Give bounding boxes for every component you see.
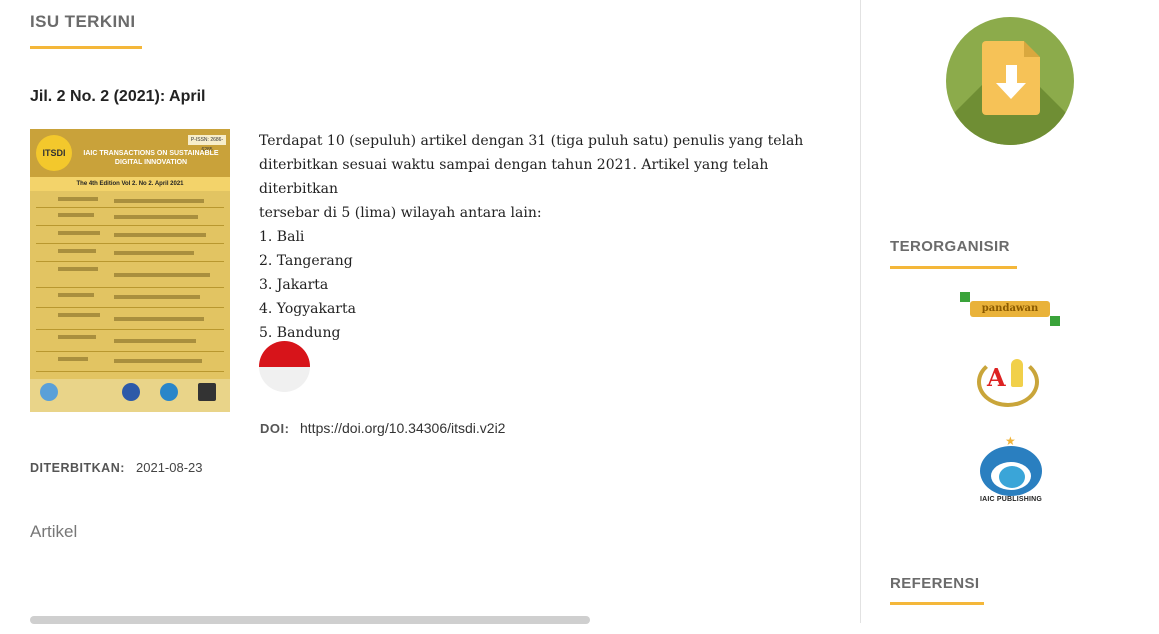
main-content: ISU TERKINI Jil. 2 No. 2 (2021): April I…	[0, 0, 860, 624]
indonesia-flag-icon	[259, 341, 310, 392]
abstract-line: diterbitkan sesuai waktu sampai dengan t…	[259, 157, 769, 197]
cover-logo: ITSDI	[36, 135, 72, 171]
region-item: 2. Tangerang	[259, 253, 353, 269]
issue-cover-image[interactable]: ITSDI P-ISSN: 2686-6285 IAIC TRANSACTION…	[30, 129, 230, 412]
cover-edition: The 4th Edition Vol 2. No 2. April 2021	[30, 177, 230, 191]
cover-title: IAIC TRANSACTIONS ON SUSTAINABLE DIGITAL…	[83, 150, 219, 166]
region-item: 5. Bandung	[259, 325, 341, 341]
issue-abstract: Terdapat 10 (sepuluh) artikel dengan 31 …	[259, 129, 829, 345]
abstract-line: Terdapat 10 (sepuluh) artikel dengan 31 …	[259, 133, 804, 149]
doi-label: DOI:	[260, 421, 290, 436]
published-date: 2021-08-23	[136, 460, 203, 475]
download-file-icon[interactable]	[946, 17, 1074, 145]
region-item: 4. Yogyakarta	[259, 301, 356, 317]
section-title-underline	[890, 602, 984, 605]
published-label: DITERBITKAN:	[30, 461, 125, 475]
doi-link[interactable]: https://doi.org/10.34306/itsdi.v2i2	[300, 420, 505, 436]
abstract-line: tersebar di 5 (lima) wilayah antara lain…	[259, 205, 542, 221]
section-title-underline	[890, 266, 1017, 269]
cover-article-list	[36, 195, 224, 377]
pandawan-logo-text: pandawan	[970, 301, 1050, 317]
sidebar: TERORGANISIR pandawan A ★ IAIC PUBLISHIN…	[861, 0, 1159, 623]
article-list-partial	[30, 612, 650, 634]
aa-wreath-logo[interactable]: A	[977, 353, 1039, 407]
pandawan-logo[interactable]: pandawan	[960, 292, 1060, 326]
cover-issn: P-ISSN: 2686-6285	[188, 135, 226, 153]
region-item: 1. Bali	[259, 229, 305, 245]
issue-title-link[interactable]: Jil. 2 No. 2 (2021): April	[30, 88, 205, 106]
iaic-publishing-label: IAIC PUBLISHING	[979, 496, 1043, 503]
section-title-organizers: TERORGANISIR	[890, 238, 1010, 255]
section-title-current-issue: ISU TERKINI	[30, 12, 136, 31]
section-title-references: REFERENSI	[890, 575, 980, 592]
iaic-publishing-logo[interactable]: ★ IAIC PUBLISHING	[969, 434, 1053, 508]
section-title-underline	[30, 46, 142, 49]
region-item: 3. Jakarta	[259, 277, 329, 293]
section-category-heading: Artikel	[30, 522, 78, 541]
